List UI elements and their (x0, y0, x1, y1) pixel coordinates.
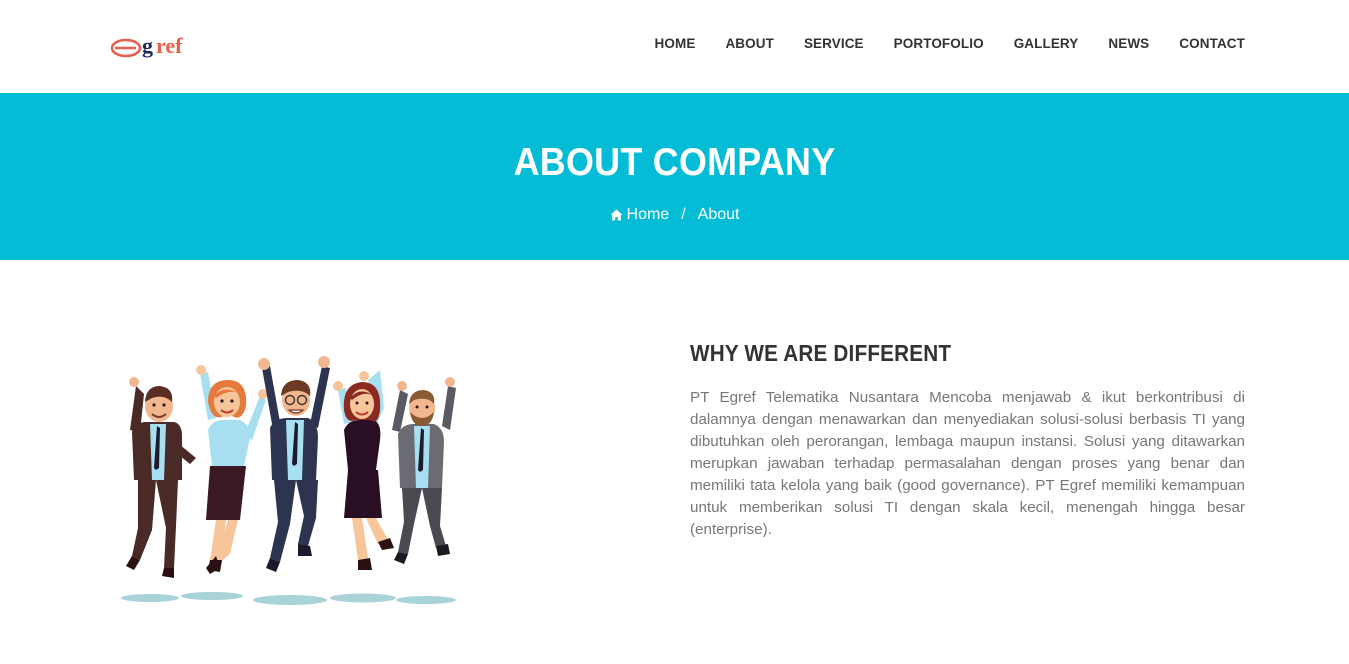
person-5 (392, 377, 456, 564)
shadow-4 (330, 593, 396, 603)
egref-logo-icon: g ref (111, 33, 183, 58)
site-header: g ref HOME ABOUT SERVICE PORTOFOLIO GALL… (0, 0, 1349, 93)
breadcrumb-current: About (697, 206, 740, 223)
nav-news[interactable]: NEWS (1108, 36, 1149, 51)
main-nav: HOME ABOUT SERVICE PORTOFOLIO GALLERY NE… (625, 36, 1245, 51)
person-3 (258, 356, 330, 572)
breadcrumb-home-label: Home (626, 206, 670, 223)
about-description: PT Egref Telematika Nusantara Mencoba me… (690, 389, 1245, 538)
page-title: ABOUT COMPANY (513, 141, 836, 184)
svg-text:g: g (142, 33, 153, 58)
svg-text:ref: ref (156, 33, 183, 58)
about-section: WHY WE ARE DIFFERENT PT Egref Telematika… (690, 340, 1245, 541)
breadcrumb-separator: / (681, 206, 686, 223)
nav-service[interactable]: SERVICE (804, 36, 864, 51)
breadcrumb: Home / About (0, 206, 1349, 224)
shadow-1 (121, 594, 179, 602)
person-1 (126, 377, 196, 578)
person-4 (333, 370, 394, 570)
nav-gallery[interactable]: GALLERY (1014, 36, 1079, 51)
nav-home[interactable]: HOME (655, 36, 696, 51)
shadow-2 (181, 592, 243, 600)
page-banner: ABOUT COMPANY Home / About (0, 93, 1349, 260)
section-heading: WHY WE ARE DIFFERENT (690, 340, 952, 366)
shadow-5 (396, 596, 456, 604)
home-icon (610, 209, 623, 221)
nav-about[interactable]: ABOUT (725, 36, 774, 51)
breadcrumb-home-link[interactable]: Home (610, 206, 670, 224)
team-illustration (112, 350, 472, 610)
shadow-3 (253, 595, 327, 605)
nav-contact[interactable]: CONTACT (1179, 36, 1245, 51)
nav-portofolio[interactable]: PORTOFOLIO (894, 36, 984, 51)
brand-logo[interactable]: g ref (111, 32, 213, 60)
person-2 (196, 365, 268, 574)
